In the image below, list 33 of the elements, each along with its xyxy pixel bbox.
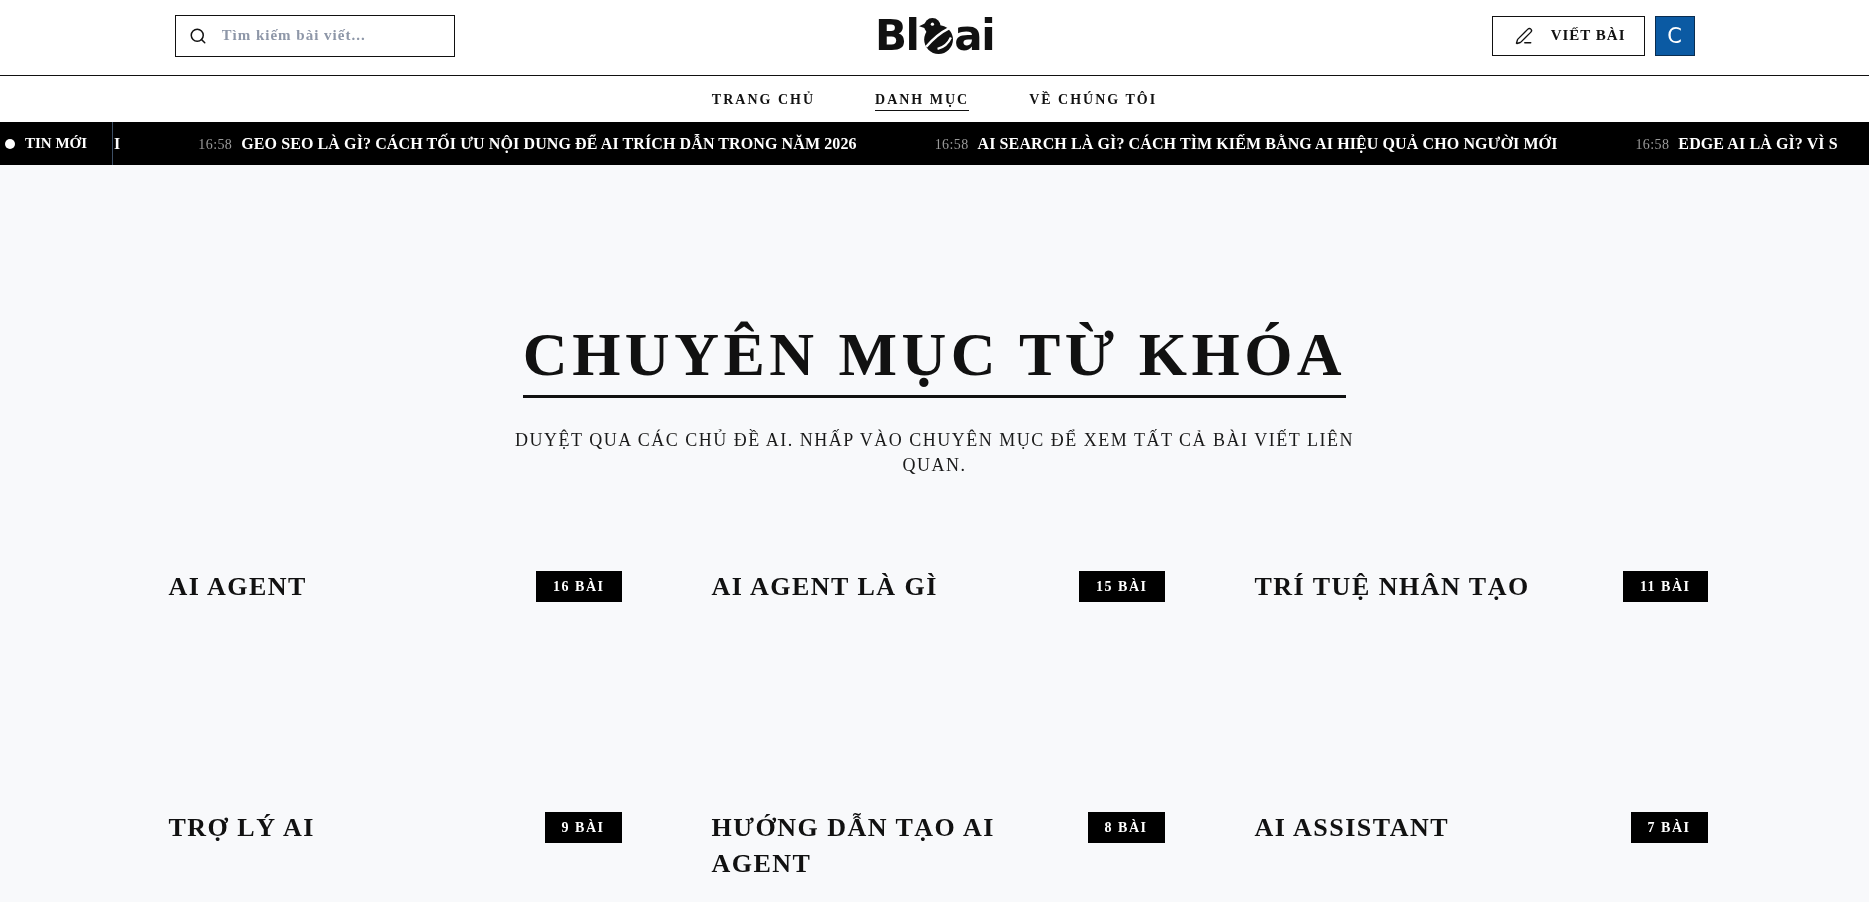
pencil-icon xyxy=(1514,26,1533,45)
logo[interactable]: Bl ai xyxy=(874,14,995,57)
post-count-badge: 8 BÀI xyxy=(1087,812,1165,843)
ticker-headline[interactable]: GEO SEO LÀ GÌ? CÁCH TỐI ƯU NỘI DUNG ĐỂ AI TRÍCH DẪN TRONG NĂM 2026 xyxy=(241,134,857,153)
post-count-badge: 16 BÀI xyxy=(536,571,622,602)
search-icon xyxy=(188,26,207,45)
nav-link[interactable]: TRANG CHỦ xyxy=(711,91,815,111)
ticker-time: 16:58 xyxy=(1635,136,1670,153)
category-title[interactable]: AI AGENT LÀ GÌ xyxy=(711,569,938,605)
user-avatar[interactable]: C xyxy=(1654,15,1695,56)
page-subtitle: DUYỆT QUA CÁC CHỦ ĐỀ AI. NHẤP VÀO CHUYÊN MỤC ĐỂ XEM TẤT CẢ BÀI VIẾT LIÊN QUAN. xyxy=(514,428,1355,477)
page-title: CHUYÊN MỤC TỪ KHÓA xyxy=(522,319,1347,398)
ticker-headline[interactable]: AI SEARCH LÀ GÌ? CÁCH TÌM KIẾM BẰNG AI HIỆU QUẢ CHO NGƯỜI MỚI xyxy=(977,134,1558,153)
ticker-headline[interactable]: EDGE AI LÀ GÌ? VÌ S xyxy=(1678,134,1838,153)
post-count-badge: 11 BÀI xyxy=(1622,571,1708,602)
write-post-button[interactable]: VIẾT BÀI xyxy=(1491,15,1645,56)
nav-link[interactable]: DANH MỤC xyxy=(875,91,970,111)
category-title[interactable]: AI AGENT xyxy=(168,569,307,605)
nav-link[interactable]: VỀ CHÚNG TÔI xyxy=(1029,91,1158,111)
post-count-badge: 9 BÀI xyxy=(544,812,622,843)
category-title[interactable]: HƯỚNG DẪN TẠO AI AGENT xyxy=(711,810,1068,882)
category-title[interactable]: TRÍ TUỆ NHÂN TẠO xyxy=(1254,569,1530,605)
ticker-time: 16:58 xyxy=(198,136,233,153)
category-title[interactable]: TRỢ LÝ AI xyxy=(168,810,315,846)
post-count-badge: 15 BÀI xyxy=(1079,571,1165,602)
ticker-label: TIN MỚI xyxy=(25,135,88,152)
post-count-badge: 7 BÀI xyxy=(1630,812,1708,843)
search-field[interactable]: Tìm kiếm bài viết... xyxy=(174,14,455,57)
ticker-time: 16:58 xyxy=(934,136,969,153)
ticker-headline[interactable]: I xyxy=(114,134,121,153)
dot-icon xyxy=(5,138,15,149)
category-title[interactable]: AI ASSISTANT xyxy=(1254,810,1450,846)
bird-icon xyxy=(919,17,954,54)
